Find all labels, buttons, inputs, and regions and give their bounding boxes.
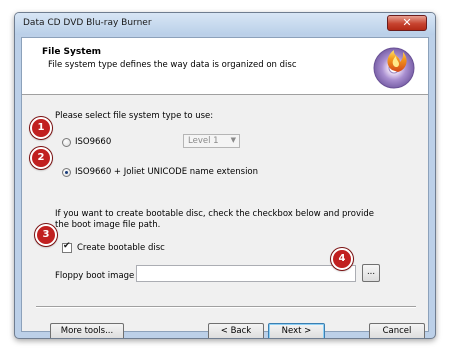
window-title: Data CD DVD Blu-ray Burner: [23, 18, 152, 28]
iso9660-radio[interactable]: [62, 138, 71, 147]
floppy-boot-image-label: Floppy boot image: [55, 271, 135, 281]
callout-badge-4: 4: [331, 248, 353, 270]
iso-level-value: Level 1: [188, 136, 219, 146]
more-tools-button[interactable]: More tools...: [50, 323, 124, 338]
create-bootable-label[interactable]: Create bootable disc: [77, 243, 165, 253]
page-subtitle: File system type defines the way data is…: [48, 60, 297, 70]
back-button[interactable]: < Back: [208, 323, 264, 338]
floppy-boot-image-input[interactable]: [136, 265, 356, 282]
footer-separator: [36, 306, 416, 308]
wizard-content: File System File system type defines the…: [21, 37, 429, 338]
iso9660-joliet-label[interactable]: ISO9660 + Joliet UNICODE name extension: [75, 167, 258, 177]
create-bootable-checkbox[interactable]: ✔: [62, 241, 72, 253]
callout-badge-1: 1: [30, 117, 52, 139]
checkmark-icon: ✔: [63, 241, 71, 251]
page-title: File System: [42, 47, 102, 57]
bootable-info-text: If you want to create bootable disc, che…: [55, 209, 374, 230]
wizard-header: File System File system type defines the…: [22, 38, 428, 95]
callout-badge-2: 2: [30, 147, 52, 169]
next-button[interactable]: Next >: [268, 323, 325, 338]
close-button[interactable]: ✕: [387, 15, 427, 31]
callout-badge-3: 3: [35, 224, 57, 246]
disc-burn-icon: [373, 47, 415, 89]
iso9660-label[interactable]: ISO9660: [75, 137, 111, 147]
wizard-window: Data CD DVD Blu-ray Burner ✕ File System…: [14, 12, 436, 339]
chevron-down-icon: ▼: [230, 136, 236, 144]
title-bar: Data CD DVD Blu-ray Burner ✕: [15, 13, 435, 35]
file-system-prompt: Please select file system type to use:: [55, 111, 214, 121]
browse-button[interactable]: ...: [362, 264, 380, 282]
iso9660-joliet-radio[interactable]: [62, 168, 71, 177]
iso-level-select: Level 1 ▼: [183, 134, 240, 148]
close-icon: ✕: [402, 16, 412, 29]
cancel-button[interactable]: Cancel: [369, 323, 425, 338]
